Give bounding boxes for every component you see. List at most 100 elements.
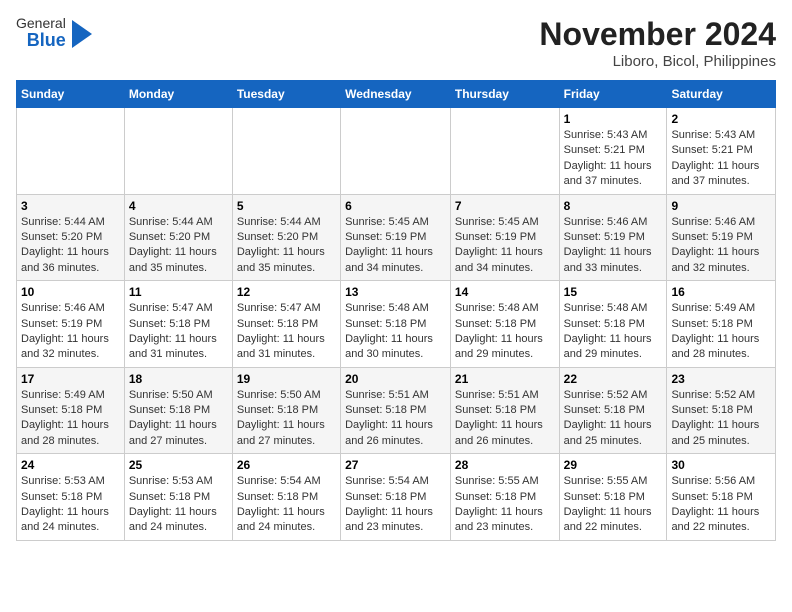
day-info: Sunrise: 5:45 AM Sunset: 5:19 PM Dayligh… [345,215,446,277]
day-number: 14 [455,285,555,299]
day-info: Sunrise: 5:43 AM Sunset: 5:21 PM Dayligh… [564,128,663,190]
calendar-cell [17,108,125,195]
calendar-cell: 11 Sunrise: 5:47 AM Sunset: 5:18 PM Dayli… [124,281,232,368]
day-info: Sunrise: 5:53 AM Sunset: 5:18 PM Dayligh… [21,474,120,536]
calendar-cell: 15 Sunrise: 5:48 AM Sunset: 5:18 PM Dayli… [559,281,667,368]
col-header-tuesday: Tuesday [232,81,340,108]
calendar-body: 1 Sunrise: 5:43 AM Sunset: 5:21 PM Daylig… [17,108,776,541]
calendar-cell: 23Sunrise: 5:52 AM Sunset: 5:18 PM Dayli… [667,367,776,454]
calendar-cell [232,108,340,195]
calendar-cell: 6 Sunrise: 5:45 AM Sunset: 5:19 PM Daylig… [341,194,451,281]
day-number: 19 [237,372,336,386]
day-info: Sunrise: 5:48 AM Sunset: 5:18 PM Dayligh… [345,301,446,363]
day-number: 21 [455,372,555,386]
calendar-cell: 20 Sunrise: 5:51 AM Sunset: 5:18 PM Dayli… [341,367,451,454]
calendar-cell: 3Sunrise: 5:44 AM Sunset: 5:20 PM Daylig… [17,194,125,281]
col-header-sunday: Sunday [17,81,125,108]
day-number: 8 [564,199,663,213]
logo: General Blue [16,16,92,51]
calendar-cell: 24 Sunrise: 5:53 AM Sunset: 5:18 PM Dayli… [17,454,125,541]
calendar-cell: 14 Sunrise: 5:48 AM Sunset: 5:18 PM Dayli… [450,281,559,368]
day-info: Sunrise: 5:44 AM Sunset: 5:20 PM Dayligh… [237,215,336,277]
calendar-cell [124,108,232,195]
day-number: 24 [21,458,120,472]
day-number: 1 [564,112,663,126]
col-header-monday: Monday [124,81,232,108]
col-header-wednesday: Wednesday [341,81,451,108]
day-info: Sunrise: 5:48 AM Sunset: 5:18 PM Dayligh… [564,301,663,363]
calendar-cell: 19 Sunrise: 5:50 AM Sunset: 5:18 PM Dayli… [232,367,340,454]
day-number: 28 [455,458,555,472]
calendar-cell: 4Sunrise: 5:44 AM Sunset: 5:20 PM Daylig… [124,194,232,281]
day-info: Sunrise: 5:46 AM Sunset: 5:19 PM Dayligh… [671,215,771,277]
calendar-week-4: 17Sunrise: 5:49 AM Sunset: 5:18 PM Dayli… [17,367,776,454]
calendar-cell: 5 Sunrise: 5:44 AM Sunset: 5:20 PM Daylig… [232,194,340,281]
calendar-week-1: 1 Sunrise: 5:43 AM Sunset: 5:21 PM Daylig… [17,108,776,195]
calendar-cell: 12 Sunrise: 5:47 AM Sunset: 5:18 PM Dayli… [232,281,340,368]
calendar-cell: 22 Sunrise: 5:52 AM Sunset: 5:18 PM Dayli… [559,367,667,454]
day-number: 7 [455,199,555,213]
calendar-cell: 13Sunrise: 5:48 AM Sunset: 5:18 PM Dayli… [341,281,451,368]
header: General Blue November 2024 Liboro, Bicol… [16,16,776,70]
day-info: Sunrise: 5:43 AM Sunset: 5:21 PM Dayligh… [671,128,771,190]
day-number: 20 [345,372,446,386]
day-info: Sunrise: 5:52 AM Sunset: 5:18 PM Dayligh… [564,388,663,450]
logo-blue: Blue [27,31,66,51]
day-info: Sunrise: 5:53 AM Sunset: 5:18 PM Dayligh… [129,474,228,536]
day-number: 25 [129,458,228,472]
day-info: Sunrise: 5:44 AM Sunset: 5:20 PM Dayligh… [129,215,228,277]
day-number: 12 [237,285,336,299]
calendar-cell: 7Sunrise: 5:45 AM Sunset: 5:19 PM Daylig… [450,194,559,281]
page-title: November 2024 [539,16,776,53]
day-info: Sunrise: 5:50 AM Sunset: 5:18 PM Dayligh… [237,388,336,450]
calendar-week-3: 10 Sunrise: 5:46 AM Sunset: 5:19 PM Dayli… [17,281,776,368]
day-info: Sunrise: 5:48 AM Sunset: 5:18 PM Dayligh… [455,301,555,363]
calendar-cell [450,108,559,195]
calendar-table: SundayMondayTuesdayWednesdayThursdayFrid… [16,80,776,541]
calendar-cell: 18Sunrise: 5:50 AM Sunset: 5:18 PM Dayli… [124,367,232,454]
calendar-cell: 21Sunrise: 5:51 AM Sunset: 5:18 PM Dayli… [450,367,559,454]
day-number: 5 [237,199,336,213]
title-area: November 2024 Liboro, Bicol, Philippines [539,16,776,70]
day-info: Sunrise: 5:55 AM Sunset: 5:18 PM Dayligh… [564,474,663,536]
day-info: Sunrise: 5:49 AM Sunset: 5:18 PM Dayligh… [21,388,120,450]
col-header-saturday: Saturday [667,81,776,108]
page-subtitle: Liboro, Bicol, Philippines [539,53,776,70]
day-info: Sunrise: 5:50 AM Sunset: 5:18 PM Dayligh… [129,388,228,450]
day-info: Sunrise: 5:52 AM Sunset: 5:18 PM Dayligh… [671,388,771,450]
calendar-cell: 25 Sunrise: 5:53 AM Sunset: 5:18 PM Dayli… [124,454,232,541]
day-number: 22 [564,372,663,386]
calendar-cell: 28 Sunrise: 5:55 AM Sunset: 5:18 PM Dayli… [450,454,559,541]
calendar-cell: 17Sunrise: 5:49 AM Sunset: 5:18 PM Dayli… [17,367,125,454]
calendar-cell: 2 Sunrise: 5:43 AM Sunset: 5:21 PM Daylig… [667,108,776,195]
day-info: Sunrise: 5:46 AM Sunset: 5:19 PM Dayligh… [564,215,663,277]
day-info: Sunrise: 5:47 AM Sunset: 5:18 PM Dayligh… [129,301,228,363]
col-header-thursday: Thursday [450,81,559,108]
logo-general: General [16,16,66,31]
day-number: 27 [345,458,446,472]
calendar-week-5: 24 Sunrise: 5:53 AM Sunset: 5:18 PM Dayli… [17,454,776,541]
day-info: Sunrise: 5:54 AM Sunset: 5:18 PM Dayligh… [237,474,336,536]
day-info: Sunrise: 5:54 AM Sunset: 5:18 PM Dayligh… [345,474,446,536]
day-info: Sunrise: 5:55 AM Sunset: 5:18 PM Dayligh… [455,474,555,536]
day-info: Sunrise: 5:46 AM Sunset: 5:19 PM Dayligh… [21,301,120,363]
calendar-cell: 8 Sunrise: 5:46 AM Sunset: 5:19 PM Daylig… [559,194,667,281]
day-number: 2 [671,112,771,126]
day-number: 26 [237,458,336,472]
logo-arrow-icon [72,20,92,48]
day-info: Sunrise: 5:51 AM Sunset: 5:18 PM Dayligh… [345,388,446,450]
calendar-cell: 27 Sunrise: 5:54 AM Sunset: 5:18 PM Dayli… [341,454,451,541]
day-number: 11 [129,285,228,299]
calendar-cell: 29Sunrise: 5:55 AM Sunset: 5:18 PM Dayli… [559,454,667,541]
calendar-cell: 26 Sunrise: 5:54 AM Sunset: 5:18 PM Dayli… [232,454,340,541]
calendar-header: SundayMondayTuesdayWednesdayThursdayFrid… [17,81,776,108]
calendar-week-2: 3Sunrise: 5:44 AM Sunset: 5:20 PM Daylig… [17,194,776,281]
calendar-cell [341,108,451,195]
day-number: 16 [671,285,771,299]
day-number: 9 [671,199,771,213]
day-info: Sunrise: 5:49 AM Sunset: 5:18 PM Dayligh… [671,301,771,363]
day-number: 6 [345,199,446,213]
day-info: Sunrise: 5:47 AM Sunset: 5:18 PM Dayligh… [237,301,336,363]
day-number: 15 [564,285,663,299]
day-number: 10 [21,285,120,299]
